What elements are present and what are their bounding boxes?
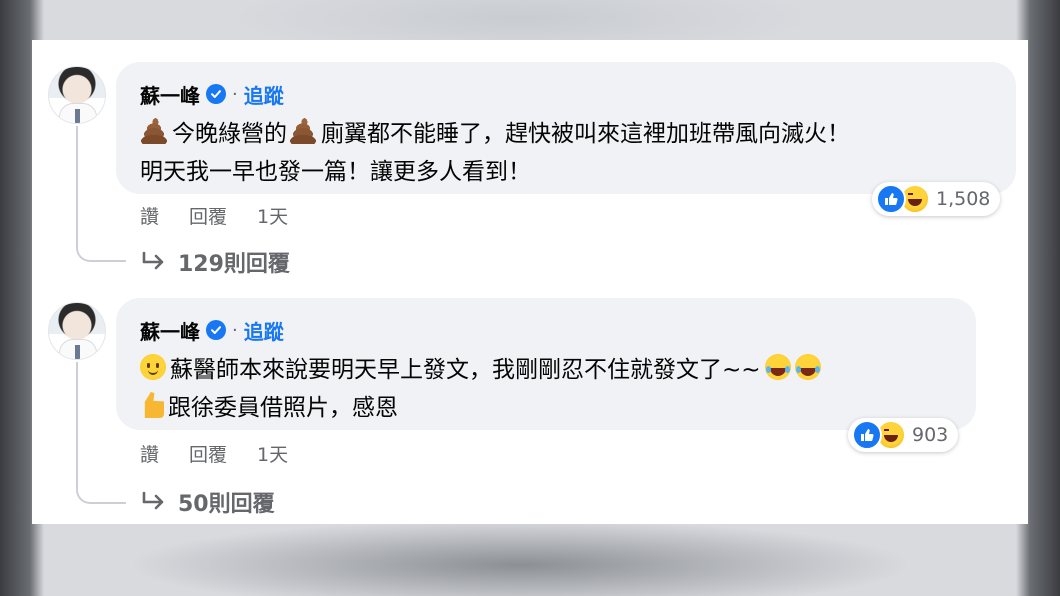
thumbs-up-emoji-icon	[144, 392, 164, 418]
avatar[interactable]	[48, 66, 106, 124]
like-icon	[876, 184, 906, 214]
reply-arrow-icon	[142, 251, 164, 270]
reply-arrow-icon	[142, 491, 164, 510]
comment-header: 蘇一峰 · 追蹤	[140, 316, 284, 345]
reaction-summary[interactable]: 1,508	[872, 182, 1001, 216]
view-replies-link[interactable]: 129則回覆	[140, 246, 290, 278]
avatar[interactable]	[48, 302, 106, 360]
timestamp[interactable]: 1天	[257, 440, 288, 467]
poo-emoji-icon	[140, 118, 168, 144]
like-icon	[852, 420, 882, 450]
separator-dot: ·	[232, 83, 238, 105]
poo-emoji-icon	[289, 118, 317, 144]
comment-header: 蘇一峰 · 追蹤	[140, 80, 284, 109]
follow-button[interactable]: 追蹤	[244, 316, 284, 345]
laugh-cry-emoji-icon	[764, 354, 791, 380]
author-name[interactable]: 蘇一峰	[140, 316, 200, 345]
timestamp[interactable]: 1天	[257, 202, 288, 229]
reaction-count: 903	[912, 424, 949, 446]
reaction-count: 1,508	[936, 188, 991, 210]
comment-text-line: 明天我一早也發一篇！讓更多人看到！	[140, 152, 531, 186]
comment-bubble: 蘇一峰 · 追蹤 蘇醫師本來說要明天早上發文，我剛剛忍不住就發文了~~ 跟徐委員…	[116, 298, 976, 430]
comment-text: 明天我一早也發一篇！讓更多人看到！	[140, 159, 531, 185]
comment-bubble: 蘇一峰 · 追蹤 今晚綠營的 廁翼都不能睡了，趕快被叫來這裡加班帶風向滅火！ 明…	[116, 62, 1016, 194]
smile-emoji-icon	[140, 354, 166, 380]
comment-actions: 讚 回覆 1天	[140, 440, 318, 467]
replies-count-label[interactable]: 129則回覆	[178, 246, 290, 278]
reply-button[interactable]: 回覆	[189, 202, 227, 229]
verified-badge-icon	[206, 320, 226, 340]
reply-button[interactable]: 回覆	[189, 440, 227, 467]
comments-panel: 蘇一峰 · 追蹤 今晚綠營的 廁翼都不能睡了，趕快被叫來這裡加班帶風向滅火！ 明…	[32, 40, 1028, 524]
comment-text-line: 蘇醫師本來說要明天早上發文，我剛剛忍不住就發文了~~	[140, 350, 825, 384]
comment-text: 蘇醫師本來說要明天早上發文，我剛剛忍不住就發文了~~	[170, 357, 761, 383]
laugh-cry-emoji-icon	[794, 354, 821, 380]
comment-text: 跟徐委員借照片，感恩	[168, 395, 398, 421]
replies-count-label[interactable]: 50則回覆	[178, 486, 275, 518]
view-replies-link[interactable]: 50則回覆	[140, 486, 275, 518]
like-button[interactable]: 讚	[140, 202, 159, 229]
comment-text: 廁翼都不能睡了，趕快被叫來這裡加班帶風向滅火！	[321, 121, 850, 147]
author-name[interactable]: 蘇一峰	[140, 80, 200, 109]
comment-actions: 讚 回覆 1天	[140, 202, 318, 229]
verified-badge-icon	[206, 84, 226, 104]
follow-button[interactable]: 追蹤	[244, 80, 284, 109]
comment-text: 今晚綠營的	[172, 121, 287, 147]
comment-text-line: 今晚綠營的 廁翼都不能睡了，趕快被叫來這裡加班帶風向滅火！	[140, 114, 850, 148]
like-button[interactable]: 讚	[140, 440, 159, 467]
reaction-summary[interactable]: 903	[848, 418, 959, 452]
comment-text-line: 跟徐委員借照片，感恩	[140, 388, 398, 422]
separator-dot: ·	[232, 319, 238, 341]
